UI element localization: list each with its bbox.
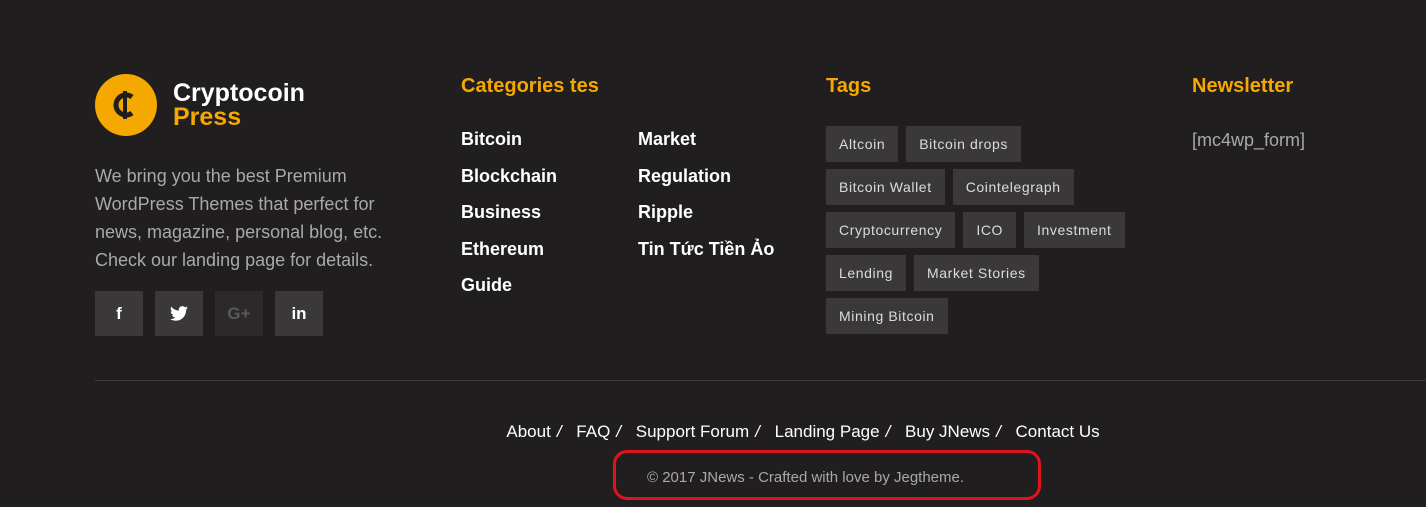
category-link[interactable]: Ripple	[638, 198, 774, 235]
tag-link[interactable]: Bitcoin drops	[906, 126, 1021, 162]
nav-separator: /	[885, 422, 891, 441]
category-link[interactable]: Blockchain	[461, 162, 557, 199]
tag-link[interactable]: Cryptocurrency	[826, 212, 956, 248]
highlight-annotation	[613, 450, 1041, 500]
site-logo[interactable]: Cryptocoin Press	[95, 74, 305, 136]
facebook-icon[interactable]: f	[95, 291, 143, 336]
footer-link-landing-page[interactable]: Landing Page	[775, 422, 880, 441]
tag-link[interactable]: ICO	[963, 212, 1017, 248]
brand-name-line2: Press	[173, 103, 242, 131]
google-plus-icon[interactable]: G+	[215, 291, 263, 336]
tag-link[interactable]: Mining Bitcoin	[826, 298, 948, 334]
tag-link[interactable]: Investment	[1024, 212, 1125, 248]
nav-separator: /	[996, 422, 1001, 441]
about-description: We bring you the best Premium WordPress …	[95, 166, 383, 270]
nav-separator: /	[556, 422, 562, 441]
twitter-icon[interactable]	[155, 291, 203, 336]
brand-name-line1: Cryptocoin	[173, 79, 305, 107]
cent-coin-icon	[95, 74, 157, 136]
tags-heading: Tags	[826, 75, 872, 97]
footer-link-support-forum[interactable]: Support Forum	[636, 422, 749, 441]
category-link[interactable]: Ethereum	[461, 235, 557, 272]
footer-link-contact-us[interactable]: Contact Us	[1016, 422, 1100, 441]
newsletter-shortcode: [mc4wp_form]	[1192, 130, 1306, 150]
category-link[interactable]: Bitcoin	[461, 125, 557, 162]
linkedin-icon[interactable]: in	[275, 291, 323, 336]
footer-link-about[interactable]: About	[506, 422, 550, 441]
category-link[interactable]: Guide	[461, 271, 557, 308]
tag-link[interactable]: Bitcoin Wallet	[826, 169, 945, 205]
tag-link[interactable]: Cointelegraph	[952, 169, 1074, 205]
nav-separator: /	[755, 422, 760, 441]
categories-heading: Categories tes	[461, 75, 599, 97]
footer-navigation: About / FAQ / Support Forum / Landing Page /…	[0, 422, 1426, 442]
footer-link-buy-jnews[interactable]: Buy JNews	[905, 422, 990, 441]
category-link[interactable]: Tin Tức Tiền Ảo	[638, 235, 774, 272]
footer-divider	[95, 380, 1426, 381]
social-links: f G+ in	[95, 291, 335, 336]
tag-link[interactable]: Market Stories	[914, 255, 1039, 291]
category-link[interactable]: Market	[638, 125, 774, 162]
tag-link[interactable]: Altcoin	[826, 126, 899, 162]
tag-link[interactable]: Lending	[826, 255, 907, 291]
category-link[interactable]: Business	[461, 198, 557, 235]
newsletter-heading: Newsletter	[1192, 75, 1294, 97]
nav-separator: /	[616, 422, 622, 441]
tag-cloud: Altcoin Bitcoin drops Bitcoin Wallet Coi…	[826, 126, 1156, 341]
category-link[interactable]: Regulation	[638, 162, 774, 199]
footer-link-faq[interactable]: FAQ	[576, 422, 610, 441]
